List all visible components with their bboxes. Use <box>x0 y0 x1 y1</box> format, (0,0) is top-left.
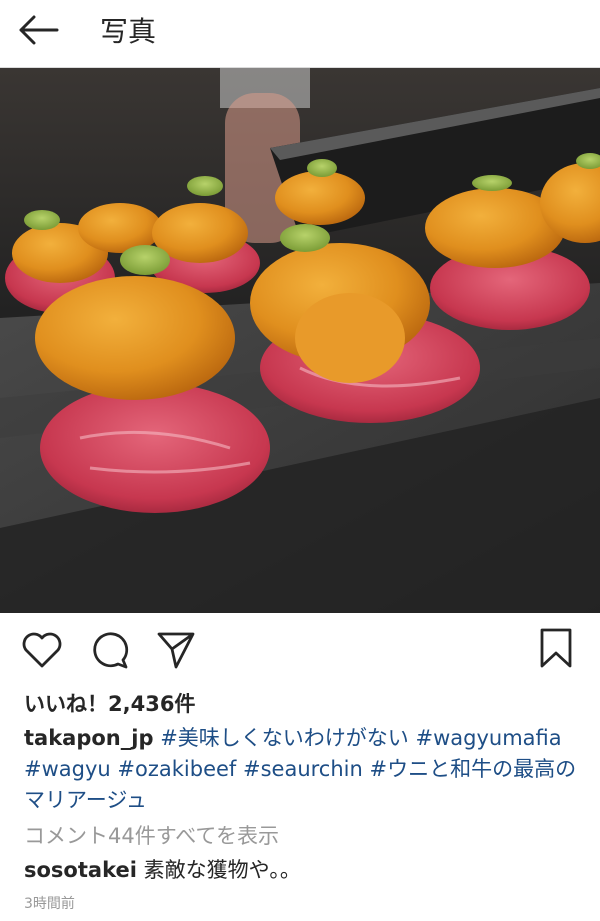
action-bar <box>0 620 600 682</box>
hashtag[interactable]: #seaurchin <box>243 757 363 781</box>
page-title: 写真 <box>100 15 157 48</box>
hashtag[interactable]: #美味しくないわけがない <box>160 726 409 750</box>
post-caption: takapon_jp #美味しくないわけがない #wagyumafia #wag… <box>24 723 584 816</box>
comment-button[interactable] <box>88 630 132 674</box>
post-photo[interactable] <box>0 68 600 613</box>
speech-bubble-icon <box>90 630 130 674</box>
hashtag[interactable]: #ozakibeef <box>117 757 236 781</box>
hashtag[interactable]: #wagyumafia <box>415 726 561 750</box>
comment-text: 素敵な獲物や。。 <box>143 858 301 882</box>
arrow-left-icon <box>19 15 59 49</box>
like-button[interactable] <box>20 630 64 674</box>
share-button[interactable] <box>154 630 198 674</box>
comment-item: sosotakei 素敵な獲物や。。 <box>24 856 301 884</box>
back-button[interactable] <box>14 10 64 54</box>
view-all-comments-link[interactable]: コメント44件すべてを表示 <box>24 822 279 850</box>
paper-plane-icon <box>156 630 196 674</box>
comment-username[interactable]: sosotakei <box>24 858 137 882</box>
likes-count[interactable]: いいね！2,436件 <box>24 690 195 718</box>
hashtag[interactable]: #wagyu <box>24 757 111 781</box>
save-button[interactable] <box>534 628 578 672</box>
caption-username[interactable]: takapon_jp <box>24 726 154 750</box>
post-timestamp: 3時間前 <box>24 896 75 912</box>
bookmark-icon <box>539 627 573 673</box>
heart-icon <box>22 632 62 672</box>
top-bar: 写真 <box>0 0 600 68</box>
